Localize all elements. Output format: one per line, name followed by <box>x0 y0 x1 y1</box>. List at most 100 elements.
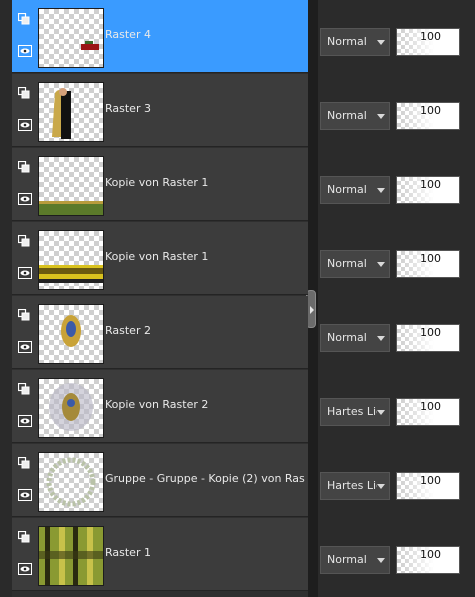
opacity-value: 100 <box>420 252 441 265</box>
blend-mode-select[interactable]: Hartes Licht <box>320 472 390 500</box>
layer-thumbnail <box>38 378 104 438</box>
layer-controls: Hartes Licht 100 <box>318 370 475 444</box>
thumbnail-art <box>39 201 103 215</box>
layer-row[interactable]: Raster 4 <box>12 0 308 73</box>
link-layer-icon[interactable] <box>18 161 30 173</box>
blend-mode-value: Hartes Licht <box>327 405 377 418</box>
layer-row[interactable]: Raster 3 <box>12 74 308 147</box>
thumbnail-art <box>39 527 103 585</box>
layer-row[interactable]: Raster 1 <box>12 518 308 591</box>
chevron-down-icon <box>377 114 385 119</box>
opacity-value: 100 <box>420 104 441 117</box>
layer-thumbnail <box>38 8 104 68</box>
blend-mode-select[interactable]: Normal <box>320 102 390 130</box>
visibility-eye-icon[interactable] <box>18 45 32 57</box>
layer-thumbnail <box>38 82 104 142</box>
layer-controls: Normal 100 <box>318 74 475 148</box>
link-layer-icon[interactable] <box>18 457 30 469</box>
layer-name[interactable]: Gruppe - Gruppe - Kopie (2) von Raster <box>105 472 305 485</box>
opacity-field[interactable]: 100 <box>396 472 460 500</box>
opacity-value: 100 <box>420 400 441 413</box>
chevron-down-icon <box>377 484 385 489</box>
layer-controls: Normal 100 <box>318 296 475 370</box>
blend-mode-value: Normal <box>327 35 367 48</box>
layer-icons <box>12 518 36 591</box>
chevron-down-icon <box>377 262 385 267</box>
layer-row[interactable]: Gruppe - Gruppe - Kopie (2) von Raster <box>12 444 308 517</box>
opacity-field[interactable]: 100 <box>396 102 460 130</box>
layer-controls: Normal 100 <box>318 0 475 74</box>
layer-controls: Normal 100 <box>318 518 475 592</box>
layer-name[interactable]: Kopie von Raster 1 <box>105 250 305 263</box>
layer-icons <box>12 370 36 443</box>
layer-icons <box>12 296 36 369</box>
blend-mode-value: Normal <box>327 109 367 122</box>
thumbnail-art <box>81 41 99 50</box>
link-layer-icon[interactable] <box>18 13 30 25</box>
opacity-field[interactable]: 100 <box>396 250 460 278</box>
visibility-eye-icon[interactable] <box>18 563 32 575</box>
chevron-down-icon <box>377 188 385 193</box>
link-layer-icon[interactable] <box>18 383 30 395</box>
layer-icons <box>12 0 36 73</box>
layer-thumbnail <box>38 452 104 512</box>
layer-icons <box>12 222 36 295</box>
layer-row[interactable]: Kopie von Raster 1 <box>12 148 308 221</box>
link-layer-icon[interactable] <box>18 531 30 543</box>
layer-controls: Hartes Licht 100 <box>318 444 475 518</box>
visibility-eye-icon[interactable] <box>18 341 32 353</box>
layer-name[interactable]: Kopie von Raster 2 <box>105 398 305 411</box>
blend-mode-select[interactable]: Normal <box>320 546 390 574</box>
visibility-eye-icon[interactable] <box>18 193 32 205</box>
layer-name[interactable]: Raster 4 <box>105 28 305 41</box>
opacity-field[interactable]: 100 <box>396 324 460 352</box>
blend-mode-select[interactable]: Normal <box>320 176 390 204</box>
visibility-eye-icon[interactable] <box>18 415 32 427</box>
layer-controls: Normal 100 <box>318 222 475 296</box>
layer-row[interactable]: Raster 2 <box>12 296 308 369</box>
blend-mode-value: Normal <box>327 257 367 270</box>
blend-mode-select[interactable]: Normal <box>320 250 390 278</box>
layer-icons <box>12 444 36 517</box>
chevron-down-icon <box>377 410 385 415</box>
thumbnail-art <box>46 457 96 507</box>
opacity-value: 100 <box>420 178 441 191</box>
opacity-field[interactable]: 100 <box>396 398 460 426</box>
opacity-field[interactable]: 100 <box>396 28 460 56</box>
chevron-down-icon <box>377 40 385 45</box>
layer-thumbnail <box>38 156 104 216</box>
chevron-down-icon <box>377 336 385 341</box>
opacity-value: 100 <box>420 326 441 339</box>
blend-mode-value: Normal <box>327 331 367 344</box>
visibility-eye-icon[interactable] <box>18 489 32 501</box>
layer-name[interactable]: Raster 2 <box>105 324 305 337</box>
panel-edge <box>0 0 12 597</box>
layer-name[interactable]: Kopie von Raster 1 <box>105 176 305 189</box>
layer-thumbnail <box>38 230 104 290</box>
layer-row[interactable]: Kopie von Raster 2 <box>12 370 308 443</box>
layer-thumbnail <box>38 304 104 364</box>
layer-row[interactable]: Kopie von Raster 1 <box>12 222 308 295</box>
visibility-eye-icon[interactable] <box>18 267 32 279</box>
layer-name[interactable]: Raster 1 <box>105 546 305 559</box>
blend-mode-select[interactable]: Hartes Licht <box>320 398 390 426</box>
link-layer-icon[interactable] <box>18 235 30 247</box>
layer-thumbnail <box>38 526 104 586</box>
layer-icons <box>12 148 36 221</box>
chevron-down-icon <box>377 558 385 563</box>
opacity-value: 100 <box>420 30 441 43</box>
opacity-value: 100 <box>420 548 441 561</box>
blend-mode-select[interactable]: Normal <box>320 324 390 352</box>
visibility-eye-icon[interactable] <box>18 119 32 131</box>
layer-controls: Normal 100 <box>318 148 475 222</box>
thumbnail-art <box>49 383 93 431</box>
blend-mode-select[interactable]: Normal <box>320 28 390 56</box>
blend-mode-value: Normal <box>327 183 367 196</box>
opacity-field[interactable]: 100 <box>396 176 460 204</box>
layer-name[interactable]: Raster 3 <box>105 102 305 115</box>
thumbnail-art <box>52 88 71 139</box>
link-layer-icon[interactable] <box>18 87 30 99</box>
link-layer-icon[interactable] <box>18 309 30 321</box>
thumbnail-art <box>61 315 81 347</box>
opacity-field[interactable]: 100 <box>396 546 460 574</box>
